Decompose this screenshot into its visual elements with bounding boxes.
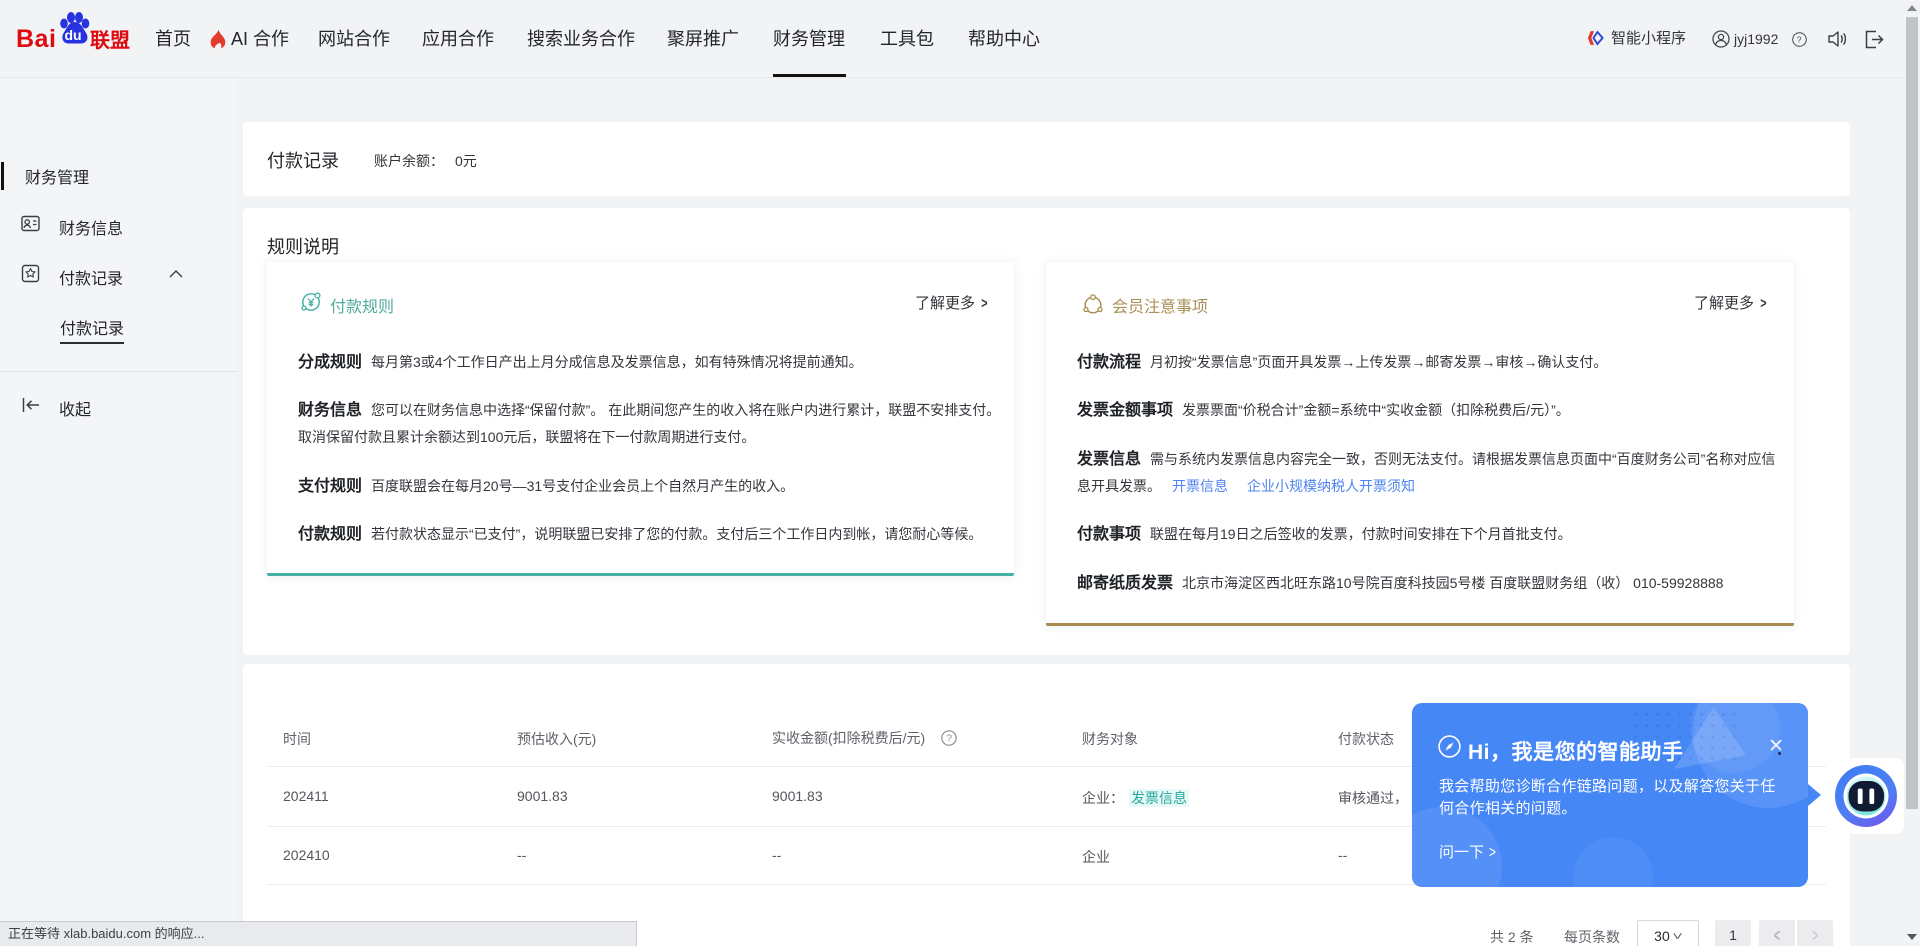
svg-text:?: ? xyxy=(947,734,953,745)
svg-text:du: du xyxy=(65,27,82,43)
svg-text:联盟: 联盟 xyxy=(90,29,130,52)
svg-text:Bai: Bai xyxy=(16,25,56,52)
svg-text:?: ? xyxy=(1797,35,1802,45)
